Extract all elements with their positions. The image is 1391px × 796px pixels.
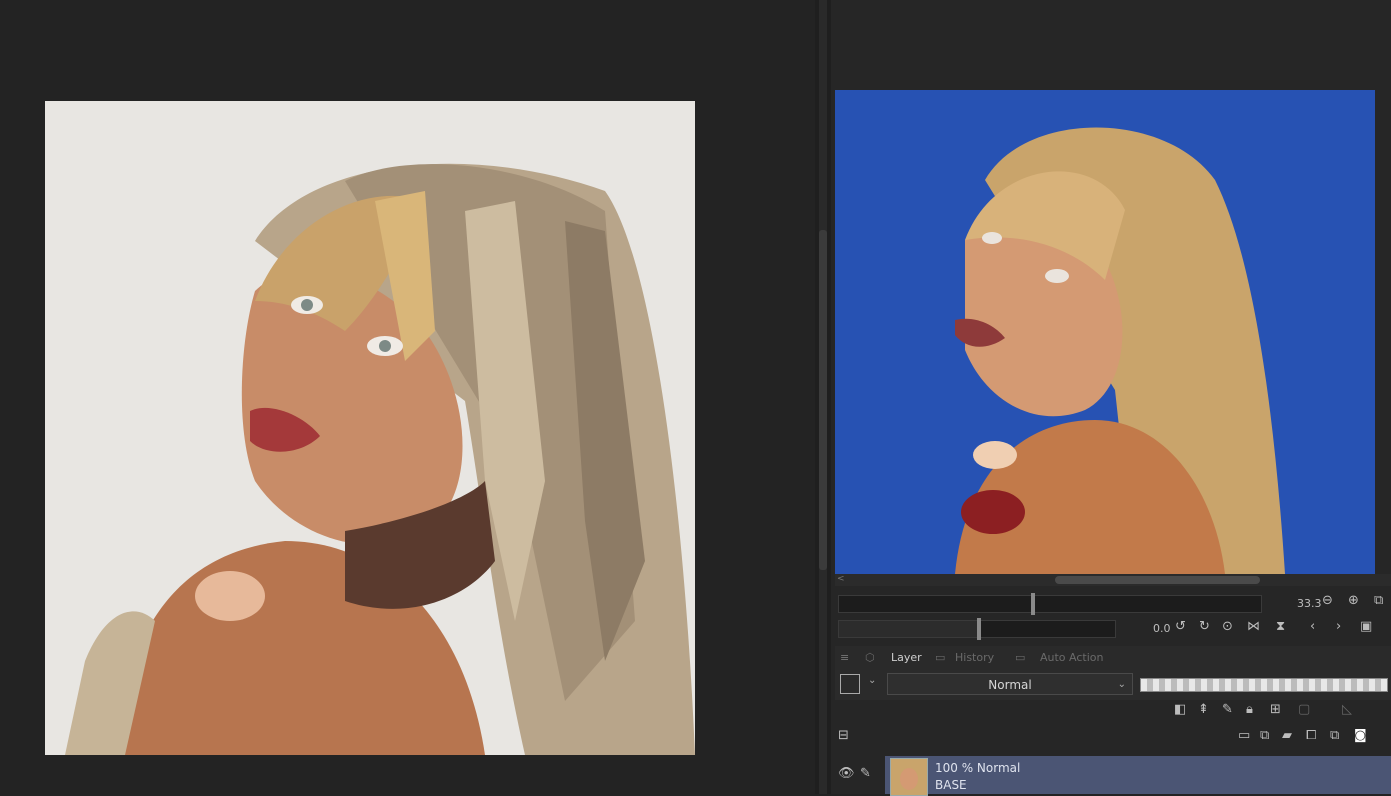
zoom-slider-knob[interactable] bbox=[1031, 593, 1035, 615]
layer-panel-tabs: ≡ ⬡ Layer ▭ History ▭ Auto Action bbox=[835, 646, 1391, 672]
transfer-icon[interactable]: ⇞ bbox=[1198, 702, 1209, 717]
layer-tools-row-1: ◧ ⇞ ✎ 🔒︎ ⊞ ▢ ◺ bbox=[1172, 700, 1391, 722]
layer-property-bar: ⌄ Normal ⌄ bbox=[835, 670, 1391, 700]
panel-menu-icon[interactable]: ≡ bbox=[840, 651, 849, 664]
layer-tools-row-2: ▭ ⧉ ▰ ⧠ ⧉ ◙ bbox=[1236, 726, 1391, 750]
flip-vertical-icon[interactable]: ⧗ bbox=[1276, 619, 1285, 634]
mask-icon[interactable]: ▢ bbox=[1298, 702, 1310, 717]
panel-splitter[interactable] bbox=[815, 0, 831, 794]
rotate-left-icon[interactable]: ↺ bbox=[1175, 619, 1186, 634]
layer-list-icon[interactable]: ⊟ bbox=[838, 728, 849, 743]
new-layer-icon[interactable]: ▭ bbox=[1238, 728, 1250, 743]
fit-window-icon[interactable]: ⧉ bbox=[1374, 593, 1383, 608]
chevron-down-icon[interactable]: ⌄ bbox=[868, 675, 876, 686]
auto-action-tab-icon[interactable]: ▭ bbox=[1015, 651, 1025, 664]
new-folder-icon[interactable]: ▰ bbox=[1282, 728, 1292, 743]
previous-icon[interactable]: ‹ bbox=[1310, 619, 1315, 634]
new-vector-layer-icon[interactable]: ⧉ bbox=[1260, 728, 1269, 743]
new-raster-layer-icon[interactable]: ◧ bbox=[1174, 702, 1186, 717]
blend-chevron-icon: ⌄ bbox=[1117, 679, 1126, 690]
pen-edit-icon[interactable]: ✎ bbox=[860, 766, 871, 781]
layer-tab-icon[interactable]: ⬡ bbox=[865, 651, 875, 664]
zoom-value: 33.3 bbox=[1297, 597, 1322, 610]
horizontal-scrollbar[interactable]: < bbox=[835, 574, 1391, 586]
reference-layer-icon[interactable]: ✎ bbox=[1222, 702, 1233, 717]
layer-item-base[interactable]: 100 % Normal BASE bbox=[885, 756, 1391, 796]
tab-layer[interactable]: Layer bbox=[891, 651, 922, 664]
blend-mode-select[interactable]: Normal ⌄ bbox=[887, 673, 1133, 695]
zoom-in-icon[interactable]: ⊕ bbox=[1348, 593, 1359, 608]
layer-thumbnail bbox=[890, 758, 928, 796]
layer-name: BASE bbox=[935, 778, 967, 792]
reset-rotation-icon[interactable]: ⊙ bbox=[1222, 619, 1233, 634]
open-folder-icon[interactable]: ▣ bbox=[1360, 619, 1372, 634]
clip-icon[interactable]: ◺ bbox=[1342, 702, 1352, 717]
scroll-left-arrow[interactable]: < bbox=[837, 574, 845, 584]
eye-icon[interactable]: 👁︎ bbox=[838, 766, 855, 781]
horizontal-scroll-thumb[interactable] bbox=[1055, 576, 1260, 584]
layer-color-swatch[interactable] bbox=[840, 674, 860, 694]
layer-mask-icon[interactable]: ◙ bbox=[1354, 728, 1367, 743]
painting-artwork bbox=[65, 163, 695, 755]
drawing-canvas[interactable] bbox=[45, 101, 695, 755]
history-tab-icon[interactable]: ▭ bbox=[935, 651, 945, 664]
lock-icon[interactable]: 🔒︎ bbox=[1246, 702, 1253, 717]
rotate-slider-knob[interactable] bbox=[977, 618, 981, 640]
tab-auto-action[interactable]: Auto Action bbox=[1040, 651, 1104, 664]
zoom-out-icon[interactable]: ⊖ bbox=[1322, 593, 1333, 608]
flip-horizontal-icon[interactable]: ⋈ bbox=[1247, 619, 1260, 634]
layer-opacity-mode: 100 % Normal bbox=[935, 761, 1021, 775]
vertical-scroll-thumb[interactable] bbox=[819, 230, 827, 570]
reference-photo bbox=[835, 90, 1375, 574]
lock-transparency-icon[interactable]: ⊞ bbox=[1270, 702, 1281, 717]
opacity-slider[interactable] bbox=[1140, 678, 1388, 692]
rotate-slider[interactable] bbox=[838, 618, 1116, 640]
zoom-slider[interactable] bbox=[838, 593, 1262, 615]
reference-image[interactable] bbox=[835, 90, 1375, 574]
tab-history[interactable]: History bbox=[955, 651, 994, 664]
merge-layer-icon[interactable]: ⧉ bbox=[1330, 728, 1339, 743]
rotate-right-icon[interactable]: ↻ bbox=[1199, 619, 1210, 634]
next-icon[interactable]: › bbox=[1336, 619, 1341, 634]
blend-mode-value: Normal bbox=[988, 678, 1032, 692]
duplicate-layer-icon[interactable]: ⧠ bbox=[1306, 728, 1316, 743]
rotate-value: 0.0 bbox=[1153, 622, 1171, 635]
